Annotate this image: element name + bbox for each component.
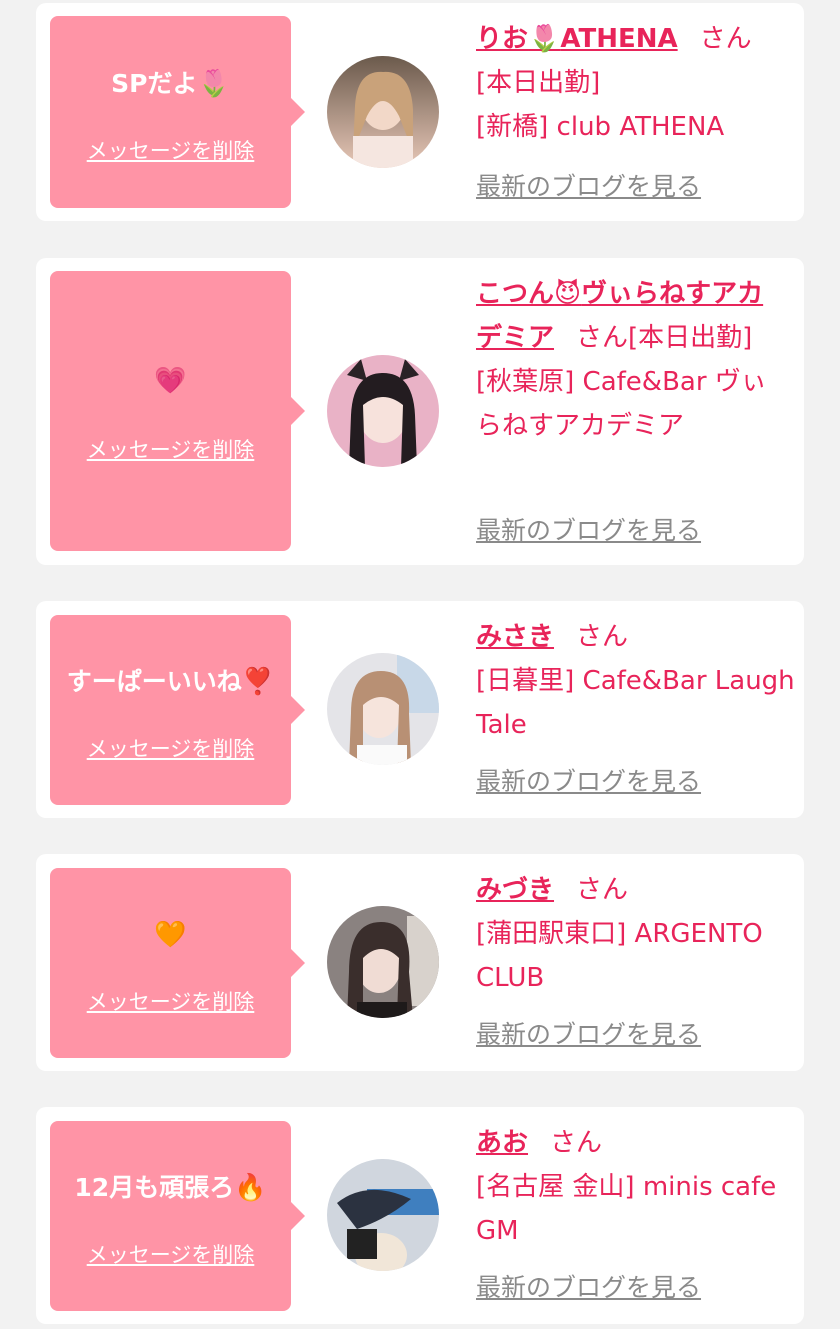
message-text: すーぱーいいね❣️	[50, 666, 291, 698]
heart-icon: 💗	[154, 366, 187, 396]
shop-name: [新橋] club ATHENA	[476, 112, 725, 142]
avatar[interactable]	[327, 56, 439, 168]
shop-name: [日暮里] Cafe&Bar Laugh Tale	[476, 666, 795, 740]
shop-name: [名古屋 金山] minis cafe GM	[476, 1172, 777, 1246]
avatar[interactable]	[327, 355, 439, 467]
orange-heart-icon: 🧡	[154, 920, 187, 950]
cast-info: みづき さん [蒲田駅東口] ARGENTO CLUB	[476, 868, 796, 1000]
message-bubble: 12月も頑張ろ🔥 メッセージを削除	[50, 1121, 305, 1311]
cast-name-link[interactable]: みさき	[476, 622, 554, 652]
message-card: 12月も頑張ろ🔥 メッセージを削除 あお さん [名古屋 金山] minis ca…	[36, 1107, 804, 1324]
message-bubble: SPだよ🌷 メッセージを削除	[50, 16, 305, 208]
delete-message-link[interactable]: メッセージを削除	[50, 436, 291, 464]
tulip-icon: 🌷	[528, 24, 561, 54]
message-card: SPだよ🌷 メッセージを削除 りお🌷ATHENA さん [本日出勤] [新橋] c…	[36, 3, 804, 221]
avatar[interactable]	[327, 653, 439, 765]
shop-name: [秋葉原] Cafe&Bar ヴぃらねすアカデミア	[476, 367, 767, 441]
honorific: さん	[576, 323, 629, 353]
latest-blog-link[interactable]: 最新のブログを見る	[476, 765, 701, 799]
avatar[interactable]	[327, 906, 439, 1018]
honorific: さん	[550, 1128, 603, 1158]
delete-message-link[interactable]: メッセージを削除	[50, 735, 291, 763]
cast-name-link[interactable]: りお🌷ATHENA	[476, 24, 678, 54]
message-bubble: 🧡 メッセージを削除	[50, 868, 305, 1058]
message-card: 💗 メッセージを削除 こつん😈ヴぃらねすアカデミア さん[本日出勤] [秋葉原] …	[36, 258, 804, 565]
cast-info: こつん😈ヴぃらねすアカデミア さん[本日出勤] [秋葉原] Cafe&Bar ヴぃ…	[476, 272, 780, 448]
latest-blog-link[interactable]: 最新のブログを見る	[476, 514, 701, 548]
cast-info: りお🌷ATHENA さん [本日出勤] [新橋] club ATHENA	[476, 17, 796, 149]
honorific: さん	[576, 622, 629, 652]
fire-icon: 🔥	[234, 1173, 267, 1203]
latest-blog-link[interactable]: 最新のブログを見る	[476, 1271, 701, 1305]
latest-blog-link[interactable]: 最新のブログを見る	[476, 1018, 701, 1052]
delete-message-link[interactable]: メッセージを削除	[50, 137, 291, 165]
exclamation-heart-icon: ❣️	[241, 667, 275, 697]
message-bubble: すーぱーいいね❣️ メッセージを削除	[50, 615, 305, 805]
cast-info: みさき さん [日暮里] Cafe&Bar Laugh Tale	[476, 615, 796, 747]
devil-icon: 😈	[554, 279, 582, 309]
cast-name-link[interactable]: みづき	[476, 875, 554, 905]
cast-info: あお さん [名古屋 金山] minis cafe GM	[476, 1121, 796, 1253]
honorific: さん	[699, 24, 752, 54]
delete-message-link[interactable]: メッセージを削除	[50, 1241, 291, 1269]
cast-name-link[interactable]: あお	[476, 1128, 528, 1158]
message-card: 🧡 メッセージを削除 みづき さん [蒲田駅東口] ARGENTO CLUB 最新…	[36, 854, 804, 1071]
tulip-icon: 🌷	[197, 69, 230, 99]
message-bubble: 💗 メッセージを削除	[50, 271, 305, 551]
message-label: すーぱーいいね	[66, 667, 242, 696]
message-text: SPだよ🌷	[50, 68, 291, 100]
latest-blog-link[interactable]: 最新のブログを見る	[476, 170, 701, 204]
delete-message-link[interactable]: メッセージを削除	[50, 988, 291, 1016]
message-text: 🧡	[50, 919, 291, 951]
status: [本日出勤]	[628, 323, 753, 353]
message-text: 12月も頑張ろ🔥	[50, 1172, 291, 1204]
message-card: すーぱーいいね❣️ メッセージを削除 みさき さん [日暮里] Cafe&Bar …	[36, 601, 804, 818]
message-label: SPだよ	[111, 69, 198, 98]
honorific: さん	[576, 875, 629, 905]
status: [本日出勤]	[476, 68, 601, 98]
shop-name: [蒲田駅東口] ARGENTO CLUB	[476, 919, 763, 993]
message-text: 💗	[50, 365, 291, 397]
message-label: 12月も頑張ろ	[74, 1173, 235, 1202]
avatar[interactable]	[327, 1159, 439, 1271]
